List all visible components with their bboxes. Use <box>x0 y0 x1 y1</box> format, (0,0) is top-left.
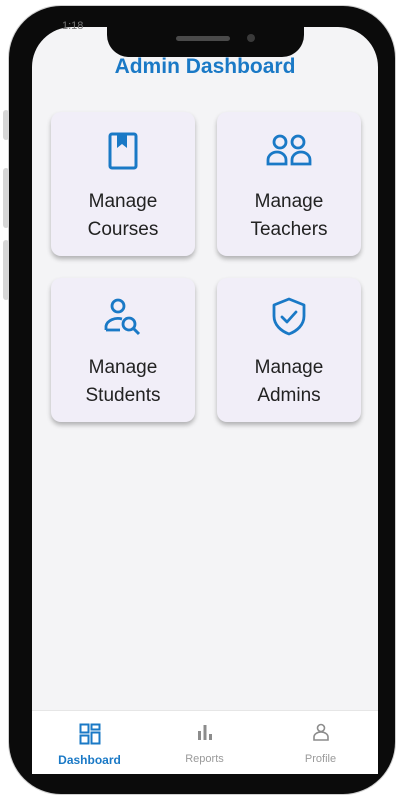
card-label: Manage Courses <box>87 191 159 240</box>
camera <box>247 34 255 42</box>
card-label: Manage Teachers <box>250 191 328 240</box>
side-button-mute <box>3 110 9 140</box>
nav-label: Reports <box>185 753 224 765</box>
page-title: Admin Dashboard <box>114 55 296 78</box>
people-icon <box>266 134 312 166</box>
side-button-volume-up <box>3 168 9 228</box>
nav-profile[interactable]: Profile <box>263 711 378 774</box>
dashboard-icon <box>79 723 100 745</box>
notch <box>107 27 304 57</box>
nav-dashboard[interactable]: Dashboard <box>32 711 147 774</box>
shield-check-icon <box>272 297 306 336</box>
card-label: Manage Students <box>85 357 161 406</box>
nav-label: Dashboard <box>58 753 121 767</box>
speaker <box>176 36 230 41</box>
nav-label: Profile <box>304 753 337 765</box>
manage-students-card[interactable]: Manage Students <box>51 278 195 422</box>
bottom-nav: Dashboard Reports Profile <box>32 710 378 774</box>
manage-teachers-card[interactable]: Manage Teachers <box>217 112 361 256</box>
person-search-icon <box>104 298 141 336</box>
manage-courses-card[interactable]: Manage Courses <box>51 112 195 256</box>
nav-reports[interactable]: Reports <box>147 711 262 774</box>
status-time: 1:18 <box>62 20 84 32</box>
card-label: Manage Admins <box>254 357 324 406</box>
bar-chart-icon <box>197 725 212 740</box>
book-icon <box>108 132 138 170</box>
person-icon <box>312 723 329 741</box>
side-button-volume-down <box>3 240 9 300</box>
manage-admins-card[interactable]: Manage Admins <box>217 278 361 422</box>
